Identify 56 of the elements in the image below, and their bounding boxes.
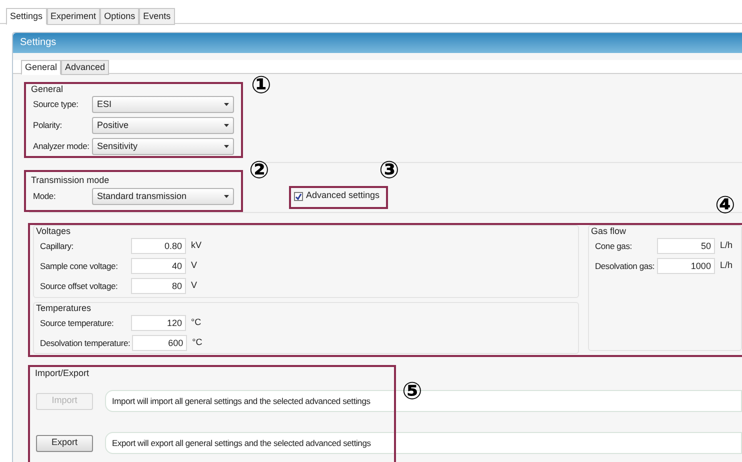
dropdown-arrow-icon <box>224 145 229 148</box>
field-label: Source type: <box>32 98 80 111</box>
field-label: Sample cone voltage: <box>39 260 119 272</box>
field-label: Mode: <box>32 190 57 203</box>
group-heading: Voltages <box>35 226 71 236</box>
panel-title: Settings <box>13 33 742 53</box>
dropdown-arrow-icon <box>224 124 229 127</box>
field-label: Desolvation temperature: <box>39 336 132 350</box>
group-heading: General <box>30 84 64 94</box>
dropdown[interactable]: Sensitivity <box>92 138 234 155</box>
unit-label: kV <box>191 239 202 252</box>
group-heading: Gas flow <box>590 226 626 236</box>
group-heading: Import/Export <box>34 368 90 378</box>
input-field[interactable]: 40 <box>131 258 186 274</box>
field-label: Source offset voltage: <box>39 280 119 292</box>
callout-number: ④ <box>715 193 736 217</box>
input-field[interactable]: 80 <box>131 278 186 294</box>
checkbox-box[interactable] <box>294 192 303 200</box>
dropdown[interactable]: Positive <box>92 117 234 134</box>
field-label: Desolvation gas: <box>594 260 656 272</box>
dropdown-arrow-icon <box>224 103 229 106</box>
input-field[interactable]: 600 <box>132 335 188 351</box>
field-label: Cone gas: <box>594 240 633 252</box>
unit-label: °C <box>191 316 202 330</box>
unit-label: V <box>191 279 198 292</box>
input-field[interactable]: 120 <box>131 315 186 331</box>
unit-label: V <box>191 259 198 272</box>
field-label: Analyzer mode: <box>32 140 90 153</box>
checkbox[interactable]: Advanced settings <box>294 190 380 202</box>
input-field[interactable]: 50 <box>656 238 715 254</box>
tab[interactable]: General <box>21 60 62 75</box>
tab[interactable]: Advanced <box>61 60 110 75</box>
callout-number: ⑤ <box>402 379 422 403</box>
callout-number: ① <box>251 73 272 97</box>
tab[interactable]: Settings <box>6 8 47 25</box>
tab[interactable]: Events <box>139 8 175 25</box>
input-field[interactable]: 1000 <box>656 258 715 274</box>
callout-number: ② <box>249 158 270 182</box>
unit-label: L/h <box>720 239 732 252</box>
dropdown[interactable]: Standard transmission <box>92 188 234 205</box>
field-label: Polarity: <box>32 119 63 132</box>
tab[interactable]: Experiment <box>46 8 100 25</box>
field-label: Capillary: <box>39 240 74 252</box>
callout-number: ③ <box>379 158 400 182</box>
button[interactable]: Export <box>36 434 93 452</box>
unit-label: °C <box>192 336 202 350</box>
field-label: Source temperature: <box>39 316 115 330</box>
dropdown-arrow-icon <box>224 195 229 198</box>
checkmark-icon <box>295 192 302 200</box>
dropdown[interactable]: ESI <box>92 96 234 113</box>
input-field[interactable]: 0.80 <box>131 238 186 254</box>
group-heading: Temperatures <box>35 303 92 313</box>
description-field: Export will export all general settings and the selected advanced settings <box>105 432 742 454</box>
group-heading: Transmission mode <box>30 174 110 186</box>
unit-label: L/h <box>720 259 732 272</box>
tab[interactable]: Options <box>100 8 140 25</box>
